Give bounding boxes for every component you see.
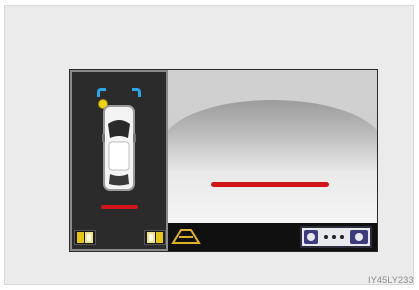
vehicle-top-view-icon — [102, 105, 136, 191]
front-left-corner-bracket-icon — [97, 88, 106, 97]
left-camera-indicator-icon — [74, 230, 96, 245]
rear-bumper-dome — [168, 100, 377, 232]
parking-assist-icon[interactable] — [300, 226, 372, 248]
vehicle-top-view-panel — [70, 70, 168, 251]
front-right-corner-bracket-icon — [132, 88, 141, 97]
rear-guide-line — [101, 205, 138, 209]
rear-camera-view-panel — [168, 70, 377, 251]
distance-guide-line — [211, 182, 329, 187]
multi-view-display — [69, 69, 378, 252]
right-camera-indicator-icon — [144, 230, 166, 245]
figure-frame — [4, 5, 414, 285]
view-switch-icon[interactable] — [171, 227, 201, 245]
figure-code: IY45LY233 — [368, 275, 414, 285]
